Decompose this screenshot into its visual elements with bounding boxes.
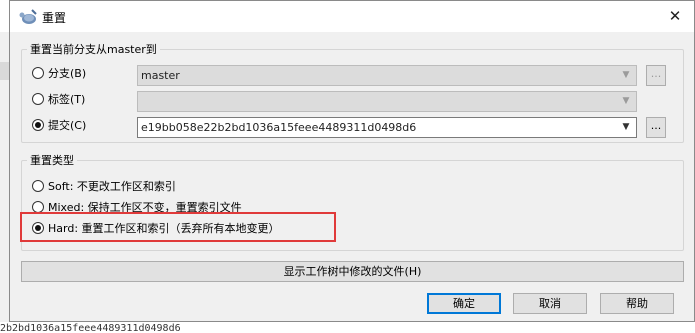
branch-combo[interactable]: master ▼ <box>137 65 637 86</box>
ok-button[interactable]: 确定 <box>427 293 501 314</box>
radio-tag-label: 标签(T) <box>48 93 86 106</box>
annotation-highlight-box <box>20 212 336 242</box>
radio-branch[interactable]: 分支(B) <box>32 65 86 81</box>
chevron-down-icon: ▼ <box>622 122 630 132</box>
radio-checked-dot <box>35 122 41 128</box>
reset-dialog: 重置 ✕ 重置当前分支从master到 分支(B) master ▼ ... 标… <box>9 0 695 322</box>
radio-commit[interactable]: 提交(C) <box>32 117 86 133</box>
radio-commit-label: 提交(C) <box>48 119 87 132</box>
radio-soft-circle <box>32 180 44 192</box>
radio-branch-label: 分支(B) <box>48 67 87 80</box>
tortoise-git-icon <box>19 9 37 24</box>
commit-combo-value: e19bb058e22b2bd1036a15feee4489311d0498d6 <box>141 121 417 134</box>
branch-combo-value: master <box>141 69 180 82</box>
radio-branch-circle <box>32 67 44 79</box>
radio-commit-circle <box>32 119 44 131</box>
close-icon: ✕ <box>668 7 682 25</box>
close-button[interactable]: ✕ <box>662 4 688 28</box>
show-modified-files-button[interactable]: 显示工作树中修改的文件(H) <box>21 261 684 282</box>
cancel-button[interactable]: 取消 <box>513 293 587 314</box>
reset-target-legend: 重置当前分支从master到 <box>27 41 160 57</box>
help-button[interactable]: 帮助 <box>600 293 674 314</box>
chevron-down-icon: ▼ <box>622 70 630 80</box>
branch-browse-button[interactable]: ... <box>646 65 666 86</box>
chevron-down-icon: ▼ <box>622 96 630 106</box>
title-bar: 重置 ✕ <box>10 1 694 32</box>
background-text-strip: 2b2bd1036a15feee4489311d0498d6 <box>0 322 695 333</box>
radio-soft-label: Soft: 不更改工作区和索引 <box>48 180 176 193</box>
radio-tag-circle <box>32 93 44 105</box>
reset-type-legend: 重置类型 <box>27 152 77 168</box>
background-line-marker <box>0 62 9 80</box>
radio-soft[interactable]: Soft: 不更改工作区和索引 <box>32 178 176 194</box>
commit-combo[interactable]: e19bb058e22b2bd1036a15feee4489311d0498d6… <box>137 117 637 138</box>
tag-combo[interactable]: ▼ <box>137 91 637 112</box>
commit-browse-button[interactable]: ... <box>646 117 666 138</box>
window-title: 重置 <box>42 11 67 25</box>
background-hash-text: 2b2bd1036a15feee4489311d0498d6 <box>0 323 181 333</box>
radio-tag[interactable]: 标签(T) <box>32 91 85 107</box>
